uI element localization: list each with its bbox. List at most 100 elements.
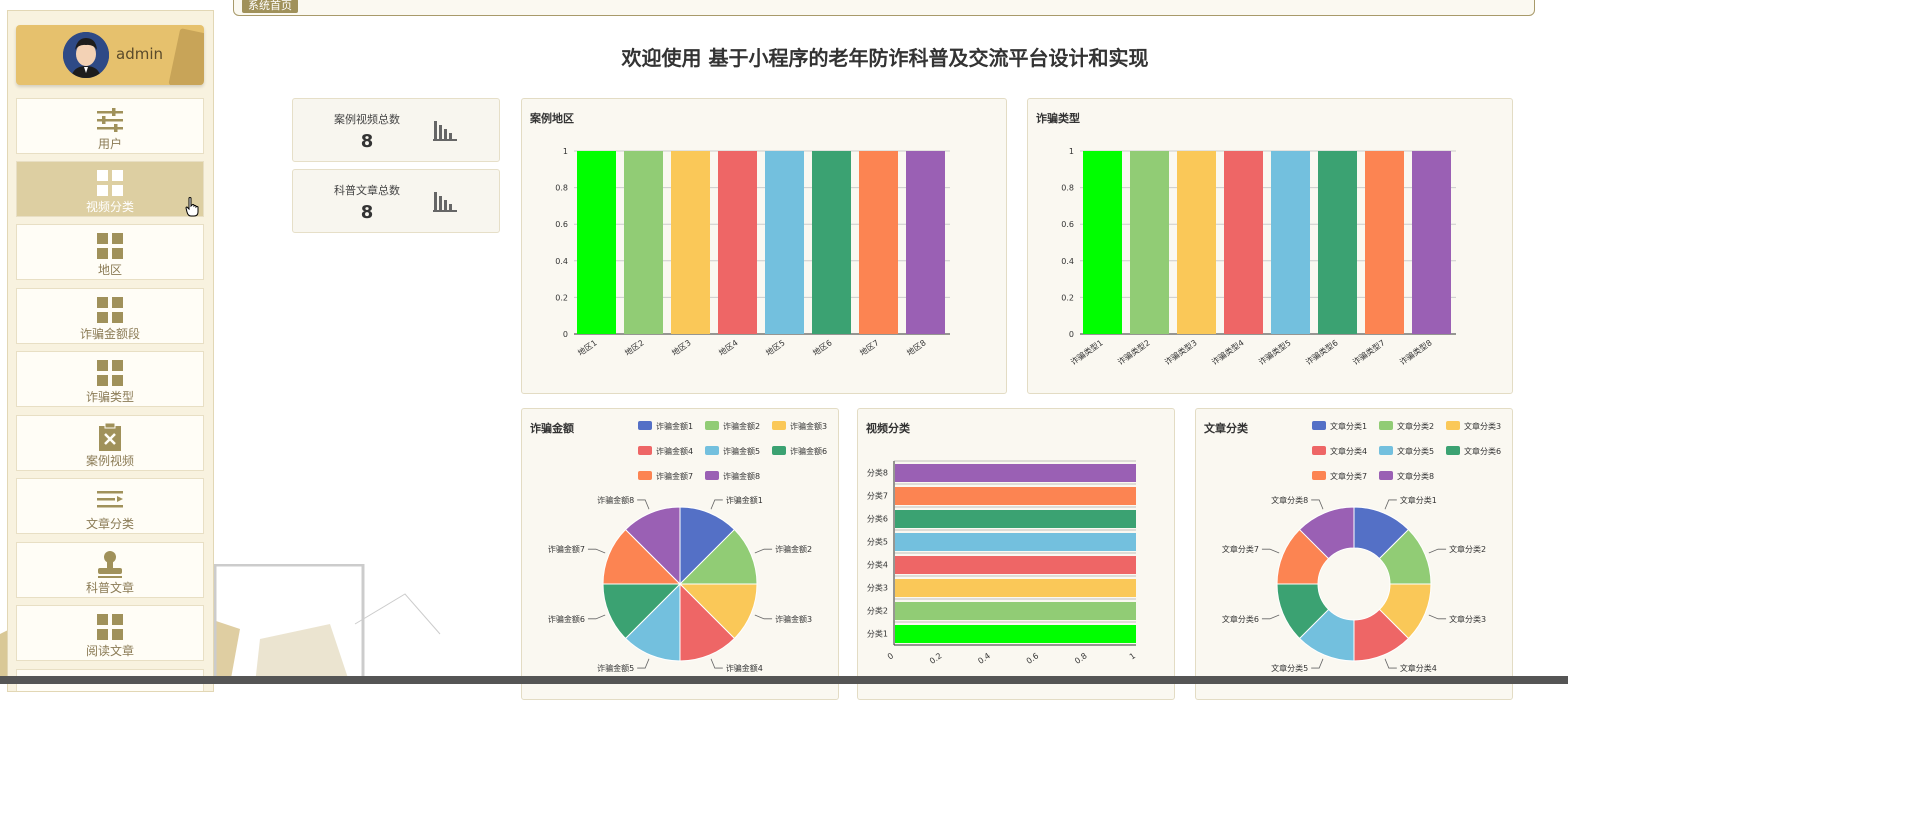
bar	[895, 602, 1136, 620]
slice-label: 诈骗金额3	[775, 614, 812, 624]
legend-swatch	[638, 421, 652, 430]
chart-panel-fraud-amount: 诈骗金额 诈骗金额1 诈骗金额2 诈骗金额3 诈骗金额4 诈骗金额5 诈骗金额6 诈骗金额7…	[521, 408, 839, 700]
sidebar-item-fraud-type[interactable]: 诈骗类型	[16, 351, 204, 407]
label-line	[1384, 658, 1397, 669]
legend-swatch	[705, 421, 719, 430]
y-tick-label: 分类7	[867, 491, 888, 501]
legend-label: 诈骗金额4	[656, 446, 693, 456]
page-title: 欢迎使用 基于小程序的老年防诈科普及交流平台设计和实现	[621, 46, 1149, 70]
legend-swatch	[1312, 421, 1326, 430]
taskbar-strip	[0, 676, 1568, 684]
stat-value: 8	[360, 202, 374, 223]
stat-value: 8	[360, 131, 374, 152]
x-tick-label: 地区3	[670, 337, 693, 357]
x-tick-label: 诈骗类型3	[1163, 337, 1199, 366]
bar	[1318, 151, 1357, 334]
sidebar-item-users[interactable]: 用户	[16, 98, 204, 154]
y-tick-label: 分类1	[867, 629, 888, 639]
grid-icon	[97, 233, 123, 259]
sidebar-item-fraud-amount-range[interactable]: 诈骗金额段	[16, 288, 204, 344]
bar	[895, 579, 1136, 597]
sidebar-item-video-category[interactable]: 视频分类	[16, 161, 204, 217]
bar	[812, 151, 851, 334]
breadcrumb-home[interactable]: 系统首页	[242, 0, 298, 13]
legend-label: 文章分类7	[1330, 471, 1367, 481]
x-tick-label: 诈骗类型2	[1116, 337, 1152, 366]
x-tick-label: 地区2	[623, 337, 646, 357]
bar	[895, 487, 1136, 505]
list-icon	[97, 491, 123, 508]
sidebar-item-read-article[interactable]: 阅读文章	[16, 605, 204, 661]
legend-label: 诈骗金额8	[723, 471, 760, 481]
clipboard-x-icon	[99, 422, 121, 451]
legend-swatch	[772, 446, 786, 455]
sidebar-item-science-article[interactable]: 科普文章	[16, 542, 204, 598]
x-tick-label: 诈骗类型4	[1210, 337, 1246, 366]
legend-label: 文章分类4	[1330, 446, 1367, 456]
legend-swatch	[1379, 446, 1393, 455]
slice-label: 文章分类5	[1271, 663, 1308, 673]
bar	[765, 151, 804, 334]
sidebar: admin 用户 视频分类 地区 诈骗金额段 诈骗类型 案例视频 文章分类 科普…	[7, 10, 214, 692]
sidebar-item-label: 诈骗类型	[85, 390, 134, 404]
legend-label: 文章分类5	[1397, 446, 1434, 456]
legend-label: 文章分类8	[1397, 471, 1434, 481]
bar	[1365, 151, 1404, 334]
stamp-icon	[98, 551, 122, 578]
x-tick-label: 0.2	[928, 651, 944, 666]
legend-label: 文章分类1	[1330, 421, 1367, 431]
label-line	[710, 499, 723, 510]
label-line	[754, 548, 773, 554]
sidebar-item-case-video[interactable]: 案例视频	[16, 415, 204, 471]
label-line	[1428, 614, 1447, 620]
y-tick-label: 0.6	[555, 220, 568, 229]
x-tick-label: 地区5	[764, 337, 787, 357]
x-tick-label: 诈骗类型6	[1304, 337, 1340, 366]
legend-label: 诈骗金额5	[723, 446, 760, 456]
bar-chart-icon	[433, 192, 457, 212]
legend-swatch	[638, 471, 652, 480]
y-tick-label: 0.4	[1061, 257, 1074, 266]
sidebar-item-article-category[interactable]: 文章分类	[16, 478, 204, 534]
user-profile-card[interactable]: admin	[16, 25, 204, 85]
x-tick-label: 0.4	[976, 651, 992, 666]
hbar-chart-video-category: 0 0.2 0.4 0.6 0.8 1 分类1 分类2 分类3 分类4 分类5 分类6 分类7 分类8	[867, 460, 1137, 666]
y-tick-label: 0	[1069, 330, 1074, 339]
y-tick-label: 0.2	[1061, 293, 1074, 302]
x-tick-label: 诈骗类型8	[1398, 337, 1434, 366]
y-tick-label: 分类8	[867, 468, 888, 478]
bar	[859, 151, 898, 334]
sidebar-item-region[interactable]: 地区	[16, 224, 204, 280]
grid-icon	[97, 614, 123, 640]
x-tick-label: 地区8	[905, 337, 928, 357]
stat-label: 案例视频总数	[334, 113, 400, 126]
sidebar-item-label: 案例视频	[85, 454, 134, 468]
chart-panel-case-region: 案例地区 0 0.2 0.4 0.6 0.8 1 地区1 地区2 地区3 地区4 地区5 地区6 地区7…	[521, 98, 1007, 394]
hand-cursor-icon	[185, 197, 199, 217]
sliders-icon	[97, 108, 123, 132]
label-line	[710, 658, 723, 669]
x-tick-label: 1	[1128, 651, 1137, 661]
slice-label: 文章分类2	[1449, 544, 1486, 554]
chart-panel-video-category: 视频分类 0 0.2 0.4 0.6 0.8 1 分类1 分类2 分类3 分类4 分类5 分类6 分类7…	[857, 408, 1175, 700]
legend-label: 文章分类6	[1464, 446, 1501, 456]
legend-swatch	[1379, 421, 1393, 430]
sidebar-item-label: 科普文章	[85, 581, 134, 595]
label-line	[587, 614, 606, 620]
label-line	[1428, 548, 1447, 554]
slice-label: 文章分类7	[1222, 544, 1259, 554]
y-tick-label: 1	[563, 147, 568, 156]
bar	[906, 151, 945, 334]
slice-label: 诈骗金额5	[597, 663, 634, 673]
y-tick-label: 分类4	[867, 560, 888, 570]
grid-icon	[97, 360, 123, 386]
avatar-icon	[63, 32, 109, 78]
bar	[895, 533, 1136, 551]
bar	[624, 151, 663, 334]
slice-label: 文章分类6	[1222, 614, 1259, 624]
x-tick-label: 诈骗类型7	[1351, 337, 1387, 366]
bar	[1130, 151, 1169, 334]
y-tick-label: 0.8	[555, 184, 568, 193]
chart-panel-fraud-type: 诈骗类型 0 0.2 0.4 0.6 0.8 1 诈骗类型1 诈骗类型2 诈骗类型3 诈骗类型4 诈…	[1027, 98, 1513, 394]
label-line	[637, 658, 650, 669]
